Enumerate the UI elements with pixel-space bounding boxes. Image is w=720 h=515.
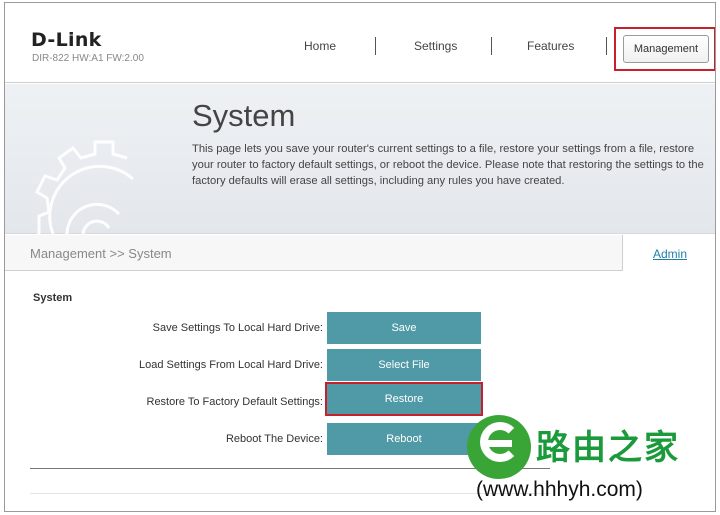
page-description: This page lets you save your router's cu… <box>192 143 704 187</box>
restore-defaults-label: Restore To Factory Default Settings: <box>146 396 324 408</box>
page-banner: System This page lets you save your rout… <box>5 84 715 234</box>
management-highlight-box <box>614 27 715 71</box>
reboot-button[interactable]: Reboot <box>327 423 481 455</box>
save-button[interactable]: Save <box>327 312 481 344</box>
admin-link[interactable]: Admin <box>653 247 687 261</box>
restore-highlight-box <box>325 382 483 416</box>
footer-line <box>30 493 550 494</box>
nav-separator <box>491 37 492 55</box>
nav-features[interactable]: Features <box>527 39 574 53</box>
top-header: D-Link DIR-822 HW:A1 FW:2.00 Home Settin… <box>5 3 715 83</box>
section-title: System <box>33 292 73 304</box>
watermark-text: 路由之家 <box>536 428 680 468</box>
page-title: System <box>192 98 296 133</box>
save-settings-label: Save Settings To Local Hard Drive: <box>152 322 323 334</box>
nav-settings[interactable]: Settings <box>414 39 457 53</box>
dlink-logo: D-Link <box>31 29 102 51</box>
watermark-url: (www.hhhyh.com) <box>476 478 643 501</box>
breadcrumb: Management >> System <box>30 246 172 261</box>
nav-home[interactable]: Home <box>304 39 336 53</box>
gear-icon <box>35 140 134 234</box>
reboot-label: Reboot The Device: <box>225 433 323 445</box>
nav-separator <box>606 37 607 55</box>
model-info: DIR-822 HW:A1 FW:2.00 <box>32 53 144 64</box>
breadcrumb-bar: Management >> System Admin <box>5 235 715 271</box>
select-file-button[interactable]: Select File <box>327 349 481 381</box>
admin-tab: Admin <box>622 235 715 271</box>
load-settings-label: Load Settings From Local Hard Drive: <box>138 359 323 371</box>
nav-separator <box>375 37 376 55</box>
watermark-e-bar <box>488 440 512 447</box>
section-divider <box>30 468 550 469</box>
